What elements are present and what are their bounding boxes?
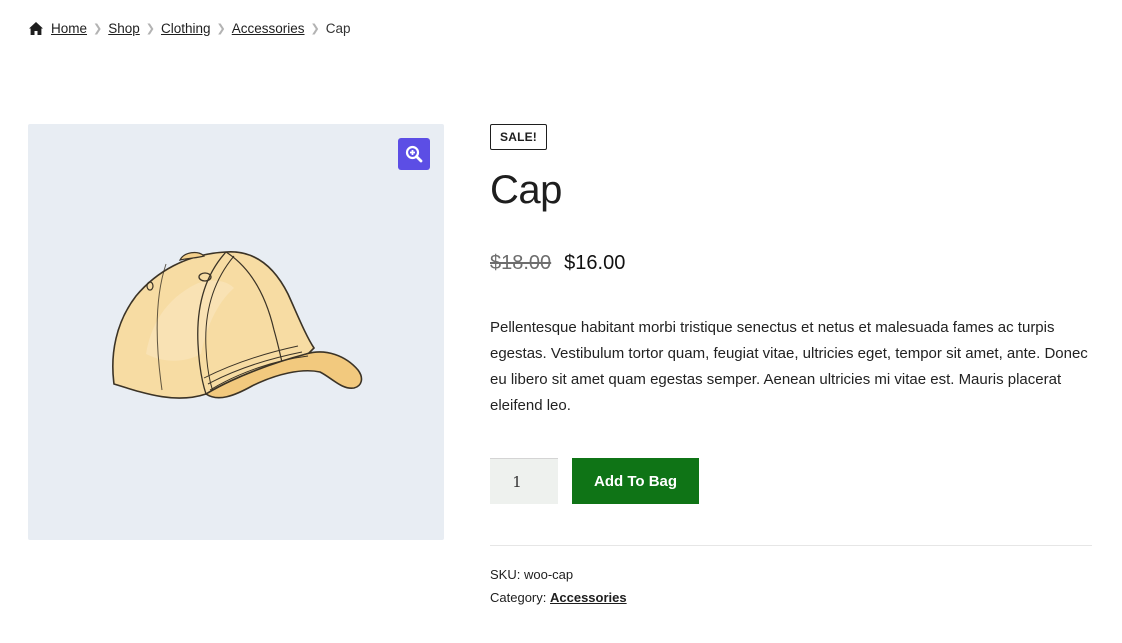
chevron-right-icon: ❯	[145, 23, 155, 35]
breadcrumb: Home ❯ Shop ❯ Clothing ❯ Accessories ❯ C…	[28, 21, 351, 36]
sku-label: SKU:	[490, 567, 521, 582]
breadcrumb-shop-link[interactable]: Shop	[108, 21, 140, 36]
home-icon[interactable]	[28, 21, 44, 36]
product-price: $18.00 $16.00	[490, 252, 1092, 275]
product-image[interactable]	[106, 244, 366, 419]
original-price: $18.00	[490, 252, 552, 274]
sku-line: SKU: woo-cap	[490, 563, 1092, 586]
product-gallery[interactable]	[28, 124, 444, 540]
breadcrumb-current: Cap	[325, 21, 351, 36]
product-meta: SKU: woo-cap Category: Accessories	[490, 545, 1092, 609]
sale-price: $16.00	[564, 252, 626, 274]
category-label: Category:	[490, 590, 547, 605]
breadcrumb-accessories-link[interactable]: Accessories	[232, 21, 305, 36]
sku-value: woo-cap	[523, 567, 574, 582]
zoom-button[interactable]	[398, 138, 430, 170]
product-description: Pellentesque habitant morbi tristique se…	[490, 319, 1088, 414]
chevron-right-icon: ❯	[310, 23, 320, 35]
chevron-right-icon: ❯	[93, 23, 103, 35]
sale-badge: SALE!	[490, 124, 547, 150]
category-link[interactable]: Accessories	[550, 590, 627, 605]
breadcrumb-clothing-link[interactable]: Clothing	[161, 21, 211, 36]
breadcrumb-home-link[interactable]: Home	[51, 21, 87, 36]
add-to-cart-form: Add To Bag	[490, 458, 1092, 504]
quantity-input[interactable]	[490, 458, 558, 504]
product-title: Cap	[490, 168, 562, 212]
add-to-bag-button[interactable]: Add To Bag	[572, 458, 700, 504]
category-line: Category: Accessories	[490, 586, 1092, 609]
zoom-in-icon	[405, 145, 423, 163]
product-summary: SALE! Cap $18.00 $16.00 Pellentesque hab…	[490, 124, 1092, 609]
chevron-right-icon: ❯	[216, 23, 226, 35]
